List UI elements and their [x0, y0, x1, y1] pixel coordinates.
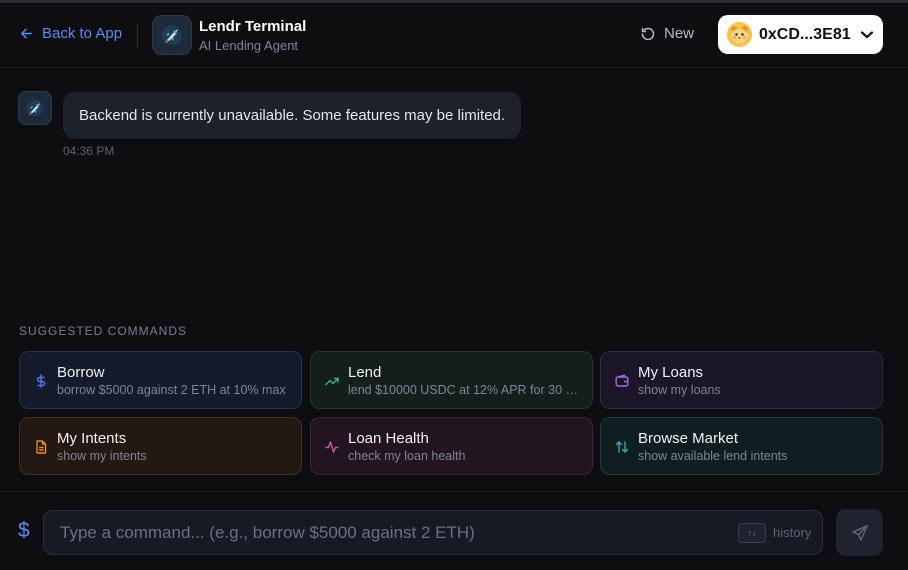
suggested-commands-title: SUGGESTED COMMANDS [19, 324, 188, 338]
bot-avatar-icon [18, 91, 52, 125]
header-divider [137, 23, 138, 48]
suggestion-subtitle: borrow $5000 against 2 ETH at 10% max [57, 383, 286, 397]
header-bar: Back to App Lendr Terminal AI Lending Ag… [0, 3, 908, 68]
dollar-icon [34, 373, 48, 389]
suggestion-title: Lend [348, 364, 382, 381]
suggestion-my-intents[interactable]: My Intents show my intents [19, 417, 302, 475]
refresh-icon [641, 27, 655, 40]
suggestion-title: My Intents [57, 430, 127, 447]
new-chat-label: New [664, 25, 695, 42]
suggestion-loan-health[interactable]: Loan Health check my loan health [310, 417, 593, 475]
suggestion-browse-market[interactable]: Browse Market show available lend intent… [600, 417, 883, 475]
bot-message-text: Backend is currently unavailable. Some f… [79, 107, 506, 124]
suggestion-subtitle: check my loan health [348, 449, 466, 463]
message-timestamp: 04:36 PM [63, 144, 115, 158]
document-icon [34, 439, 48, 455]
suggestion-borrow[interactable]: Borrow borrow $5000 against 2 ETH at 10%… [19, 351, 302, 409]
command-input[interactable]: Type a command... (e.g., borrow $5000 ag… [43, 510, 823, 555]
activity-icon [325, 439, 339, 455]
rocket-logo-icon [152, 15, 192, 55]
suggestion-subtitle: show my loans [638, 383, 721, 397]
trending-up-icon [325, 373, 339, 389]
history-key-hint: ↑↓ [738, 523, 766, 543]
send-button[interactable] [836, 509, 883, 556]
suggestion-subtitle: show my intents [57, 449, 147, 463]
history-label: history [773, 525, 812, 540]
wallet-button[interactable]: 0xCD...3E81 [718, 15, 883, 54]
suggestion-title: Browse Market [638, 430, 739, 447]
arrow-left-icon [21, 28, 32, 39]
command-input-placeholder: Type a command... (e.g., borrow $5000 ag… [60, 522, 475, 542]
app-root: Back to App Lendr Terminal AI Lending Ag… [0, 0, 908, 570]
suggestion-title: Borrow [57, 364, 105, 381]
hamster-face-icon [727, 22, 752, 47]
suggestion-title: My Loans [638, 364, 704, 381]
command-input-area: $ Type a command... (e.g., borrow $5000 … [0, 491, 908, 570]
app-title: Lendr Terminal [199, 18, 307, 35]
suggestion-my-loans[interactable]: My Loans show my loans [600, 351, 883, 409]
arrows-up-down-icon [615, 439, 629, 455]
suggestion-title: Loan Health [348, 430, 429, 447]
wallet-address: 0xCD...3E81 [759, 25, 851, 43]
bot-message-bubble: Backend is currently unavailable. Some f… [63, 92, 522, 139]
app-subtitle: AI Lending Agent [199, 38, 299, 53]
suggestion-subtitle: lend $10000 USDC at 12% APR for 30 days [348, 383, 580, 397]
new-chat-button[interactable]: New [640, 25, 694, 42]
suggestion-lend[interactable]: Lend lend $10000 USDC at 12% APR for 30 … [310, 351, 593, 409]
back-to-app-link[interactable]: Back to App [19, 25, 122, 42]
send-icon [851, 524, 868, 541]
back-to-app-label: Back to App [42, 25, 123, 42]
suggestion-subtitle: show available lend intents [638, 449, 788, 463]
chevron-down-icon [860, 27, 874, 43]
wallet-icon [615, 373, 629, 389]
prompt-symbol: $ [18, 519, 30, 542]
